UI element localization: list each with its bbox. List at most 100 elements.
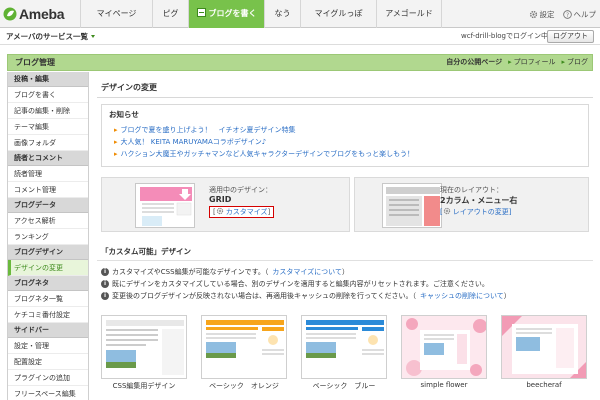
notice-link[interactable]: ▸ ハクション大魔王やガッチャマンなど人気キャラクターデザインでブログをもっと楽し… [114, 148, 414, 160]
arrow-right-icon: ▸ [561, 58, 565, 66]
admin-link-0[interactable]: 自分の公開ページ [446, 55, 502, 70]
nav-item-1[interactable]: ピグ [152, 0, 188, 28]
sidebar-item[interactable]: 配置設定 [8, 354, 88, 370]
info-text: 変更後のブログデザインが反映されない場合は、再適用後キャッシュの削除を行ってくだ… [112, 292, 416, 300]
current-design-name: GRID [209, 195, 232, 204]
service-list-dropdown[interactable]: アメーバのサービス一覧 [6, 28, 96, 45]
design-name: beecheraf [526, 381, 562, 389]
arrow-right-icon: ▸ [508, 58, 512, 66]
admin-header-links: 自分の公開ページ ▸ プロフィール ▸ ブログ [440, 55, 588, 70]
nav-item-2[interactable]: ブログを書く [188, 0, 264, 28]
settings-link[interactable]: 設定 [529, 9, 555, 20]
admin-sidebar: 投稿・編集 ブログを書く 記事の編集・削除 テーマ編集 画像フォルダ 読者とコメント 読者管… [7, 72, 89, 400]
design-thumbnail[interactable] [301, 315, 387, 379]
design-name: ベーシック オレンジ [209, 382, 279, 390]
design-option[interactable]: CSS編集用デザイン [99, 312, 189, 400]
arrow-right-icon: ▸ [114, 126, 118, 134]
sidebar-item[interactable]: コメント管理 [8, 182, 88, 198]
settings-label: 設定 [539, 9, 555, 19]
nav-item-5[interactable]: アメゴールド [376, 0, 442, 28]
notice-link-text: ブログで夏を盛り上げよう！ イチオシ夏デザイン特集 [120, 126, 296, 134]
sidebar-section-head: 投稿・編集 [8, 72, 88, 87]
arrow-right-icon: ▸ [114, 150, 118, 158]
header-utilities: 設定 ? ヘルプ [521, 0, 597, 28]
change-layout-label: レイアウトの変更 [452, 208, 509, 216]
design-thumbnail[interactable] [401, 315, 487, 379]
design-option[interactable]: simple flower [399, 312, 489, 400]
design-option[interactable]: ベーシック オレンジ [199, 312, 289, 400]
customize-button[interactable]: [カスタマイズ] [209, 206, 275, 218]
design-option[interactable]: ベーシック ブルー [299, 312, 389, 400]
nav-item-label: アメゴールド [385, 9, 433, 18]
sidebar-item[interactable]: ブログネタ一覧 [8, 291, 88, 307]
sidebar-section-head: ブログデザイン [8, 245, 88, 260]
admin-title: ブログ管理 [15, 58, 55, 67]
nav-item-4[interactable]: マイグルっぽ [300, 0, 376, 28]
design-name: ベーシック ブルー [312, 382, 376, 390]
arrow-right-icon: ▸ [114, 138, 118, 146]
info-list: i カスタマイズやCSS編集が可能なデザインです。（ カスタマイズについて） i 既にデ… [101, 266, 511, 302]
sidebar-item[interactable]: 画像フォルダ [8, 135, 88, 151]
info-link[interactable]: キャッシュの削除について [420, 290, 504, 302]
notice-title: お知らせ [109, 110, 139, 119]
gear-icon [216, 207, 223, 215]
grid-design-preview [136, 184, 194, 227]
sidebar-item[interactable]: ブログを書く [8, 87, 88, 103]
admin-link-label: ブログ [567, 58, 588, 66]
admin-link-1[interactable]: ▸ プロフィール [508, 55, 555, 70]
sidebar-item[interactable]: テーマ編集 [8, 119, 88, 135]
current-design-thumbnail[interactable] [135, 183, 195, 228]
design-option[interactable]: beecheraf [499, 312, 589, 400]
info-tail: ） [503, 292, 511, 300]
nav-item-label: マイページ [96, 9, 137, 18]
nav-item-0[interactable]: マイページ [80, 0, 152, 28]
nav-item-3[interactable]: なう [264, 0, 300, 28]
admin-link-label: プロフィール [513, 58, 556, 66]
info-icon: i [101, 268, 109, 276]
design-preview [402, 316, 486, 378]
heading-divider [97, 97, 593, 98]
design-name: CSS編集用デザイン [112, 382, 176, 390]
ameba-logo[interactable]: Ameba [3, 5, 64, 23]
admin-link-2[interactable]: ▸ ブログ [561, 55, 588, 70]
design-preview [502, 316, 586, 378]
design-thumbnail[interactable] [501, 315, 587, 379]
sidebar-section-head: サイドバー [8, 323, 88, 338]
blog-admin-header: ブログ管理 自分の公開ページ ▸ プロフィール ▸ ブログ [7, 54, 593, 71]
sidebar-item[interactable]: 記事の編集・削除 [8, 103, 88, 119]
global-header: Ameba マイページ ピグ ブログを書く なう マイグルっぽ アメゴールド 設定 ? ヘ… [0, 0, 600, 28]
sidebar-item[interactable]: 読者管理 [8, 166, 88, 182]
sidebar-item[interactable]: ランキング [8, 229, 88, 245]
sidebar-item[interactable]: デザインの変更 [8, 260, 88, 276]
notice-link[interactable]: ▸ ブログで夏を盛り上げよう！ イチオシ夏デザイン特集 [114, 124, 414, 136]
svg-text:?: ? [565, 12, 568, 18]
design-preview [202, 316, 286, 378]
design-gallery: CSS編集用デザイン ベーシック オレンジ ベーシック ブルー simple flow… [97, 312, 593, 400]
help-label: ヘルプ [573, 9, 597, 19]
sidebar-item[interactable]: アクセス解析 [8, 213, 88, 229]
notice-link[interactable]: ▸ 大人気！ KEITA MARUYAMAコラボデザイン♪ [114, 136, 414, 148]
design-thumbnail[interactable] [201, 315, 287, 379]
gear-icon [443, 207, 450, 215]
main-content: デザインの変更 お知らせ ▸ ブログで夏を盛り上げよう！ イチオシ夏デザイン特集 ▸… [97, 72, 593, 400]
help-link[interactable]: ? ヘルプ [562, 9, 597, 20]
design-thumbnail[interactable] [101, 315, 187, 379]
sidebar-section-head: 読者とコメント [8, 151, 88, 166]
design-preview [102, 316, 186, 378]
notice-list: ▸ ブログで夏を盛り上げよう！ イチオシ夏デザイン特集 ▸ 大人気！ KEITA MA… [114, 124, 414, 160]
sidebar-item[interactable]: 設定・管理 [8, 338, 88, 354]
sidebar-item[interactable]: プラグインの追加 [8, 370, 88, 386]
info-link[interactable]: カスタマイズについて [272, 266, 342, 278]
change-layout-link[interactable]: [レイアウトの変更] [440, 207, 511, 217]
current-layout-card: 現在のレイアウト： 2カラム・メニュー右 [レイアウトの変更] [354, 177, 589, 232]
admin-link-label: 自分の公開ページ [446, 58, 503, 66]
current-layout-name: 2カラム・メニュー右 [440, 196, 518, 205]
sidebar-item[interactable]: フリースペース編集 [8, 386, 88, 400]
info-icon: i [101, 280, 109, 288]
nav-item-label: ブログを書く [208, 9, 257, 18]
sidebar-item[interactable]: ケチコミ番付設定 [8, 307, 88, 323]
logout-button[interactable]: ログアウト [547, 30, 594, 43]
page-title: デザインの変更 [101, 83, 157, 92]
info-icon: i [101, 292, 109, 300]
current-layout-thumbnail [382, 183, 442, 228]
